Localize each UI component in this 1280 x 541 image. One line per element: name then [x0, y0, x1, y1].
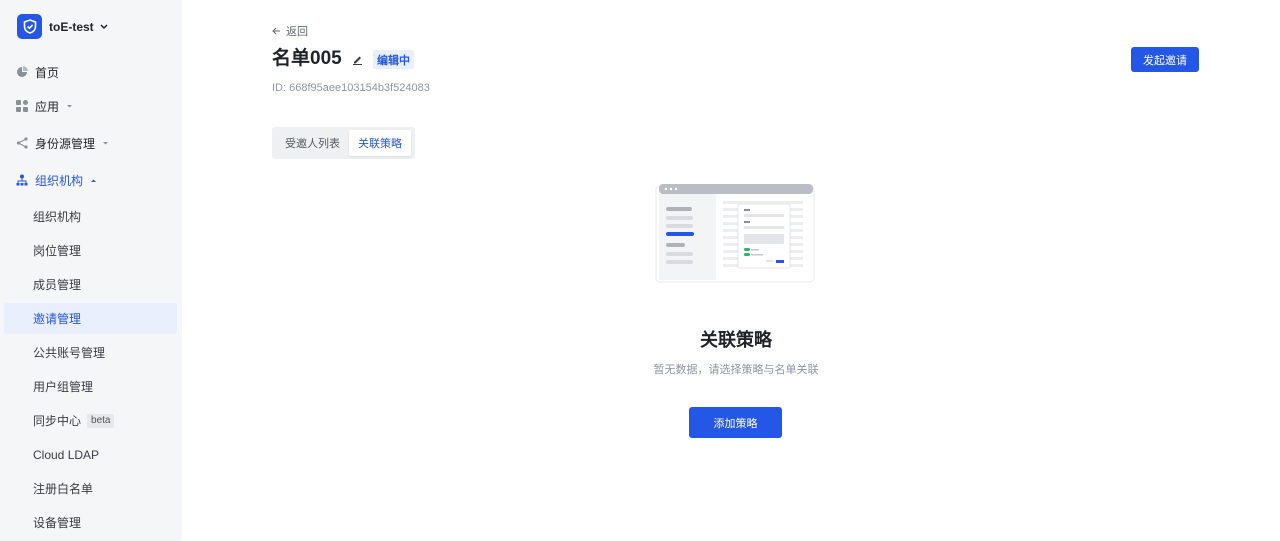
nav-item-identity-source[interactable]: 身份源管理	[16, 133, 109, 153]
chevron-down-icon	[102, 141, 109, 146]
sidebar-item-label: 邀请管理	[33, 312, 82, 326]
sidebar-item-user-groups[interactable]: 用户组管理	[4, 371, 177, 402]
tab-switcher: 受邀人列表 关联策略	[272, 127, 415, 159]
sidebar-item-devices[interactable]: 设备管理	[4, 507, 177, 538]
sidebar-item-organization[interactable]: 组织机构	[4, 201, 177, 232]
empty-state-illustration	[650, 178, 820, 295]
empty-state-title: 关联策略	[700, 330, 772, 350]
empty-state-description: 暂无数据，请选择策略与名单关联	[653, 364, 819, 376]
nav-item-label: 应用	[35, 99, 60, 114]
add-policy-button[interactable]: 添加策略	[689, 407, 782, 438]
chevron-up-icon	[90, 178, 97, 183]
arrow-left-icon	[272, 27, 280, 35]
sidebar-item-sync-center[interactable]: 同步中心 beta	[4, 405, 177, 436]
sidebar-item-label: 公共账号管理	[33, 346, 106, 360]
back-link[interactable]: 返回	[272, 23, 308, 39]
sidebar-item-label: 同步中心	[33, 414, 82, 428]
sidebar-item-label: 岗位管理	[33, 244, 82, 258]
sidebar-item-members[interactable]: 成员管理	[4, 269, 177, 300]
chevron-down-icon	[66, 104, 73, 109]
sidebar-item-label: 成员管理	[33, 278, 82, 292]
nav-item-apps[interactable]: 应用	[16, 96, 73, 116]
shield-logo-icon	[17, 14, 42, 39]
tenant-name: toE-test	[49, 19, 94, 34]
org-tree-icon	[16, 174, 28, 186]
sidebar-item-label: 用户组管理	[33, 380, 94, 394]
tenant-switcher[interactable]: toE-test	[17, 14, 108, 39]
beta-badge: beta	[87, 413, 115, 428]
send-invitation-button[interactable]: 发起邀请	[1131, 47, 1199, 72]
chevron-down-icon	[100, 23, 108, 30]
status-badge: 编辑中	[373, 50, 414, 69]
sidebar: toE-test 首页 应用 身份源管理 组织机构 组织机构 岗位管理 成员管理…	[0, 0, 182, 541]
back-label: 返回	[286, 26, 308, 38]
apps-grid-icon	[16, 100, 28, 112]
nav-item-home[interactable]: 首页	[16, 62, 59, 82]
nav-item-label: 首页	[35, 65, 60, 80]
nav-item-label: 组织机构	[35, 173, 84, 188]
sidebar-item-label: Cloud LDAP	[33, 447, 100, 462]
sidebar-item-cloud-ldap[interactable]: Cloud LDAP	[4, 439, 177, 470]
tab-invitee-list[interactable]: 受邀人列表	[276, 130, 349, 156]
pie-chart-icon	[16, 66, 28, 78]
sidebar-item-positions[interactable]: 岗位管理	[4, 235, 177, 266]
sidebar-item-invitations[interactable]: 邀请管理	[4, 303, 177, 334]
page-title: 名单005	[272, 48, 342, 69]
pencil-icon[interactable]	[352, 52, 363, 70]
sidebar-item-label: 组织机构	[33, 210, 82, 224]
nav-item-organization[interactable]: 组织机构	[16, 170, 97, 190]
sidebar-item-registration-whitelist[interactable]: 注册白名单	[4, 473, 177, 504]
list-id: ID: 668f95aee103154b3f524083	[272, 82, 430, 94]
sidebar-item-label: 注册白名单	[33, 482, 94, 496]
tab-linked-policies[interactable]: 关联策略	[349, 130, 411, 156]
sidebar-item-public-accounts[interactable]: 公共账号管理	[4, 337, 177, 368]
nav-item-label: 身份源管理	[35, 136, 96, 151]
sidebar-item-label: 设备管理	[33, 516, 82, 530]
share-icon	[16, 137, 28, 149]
